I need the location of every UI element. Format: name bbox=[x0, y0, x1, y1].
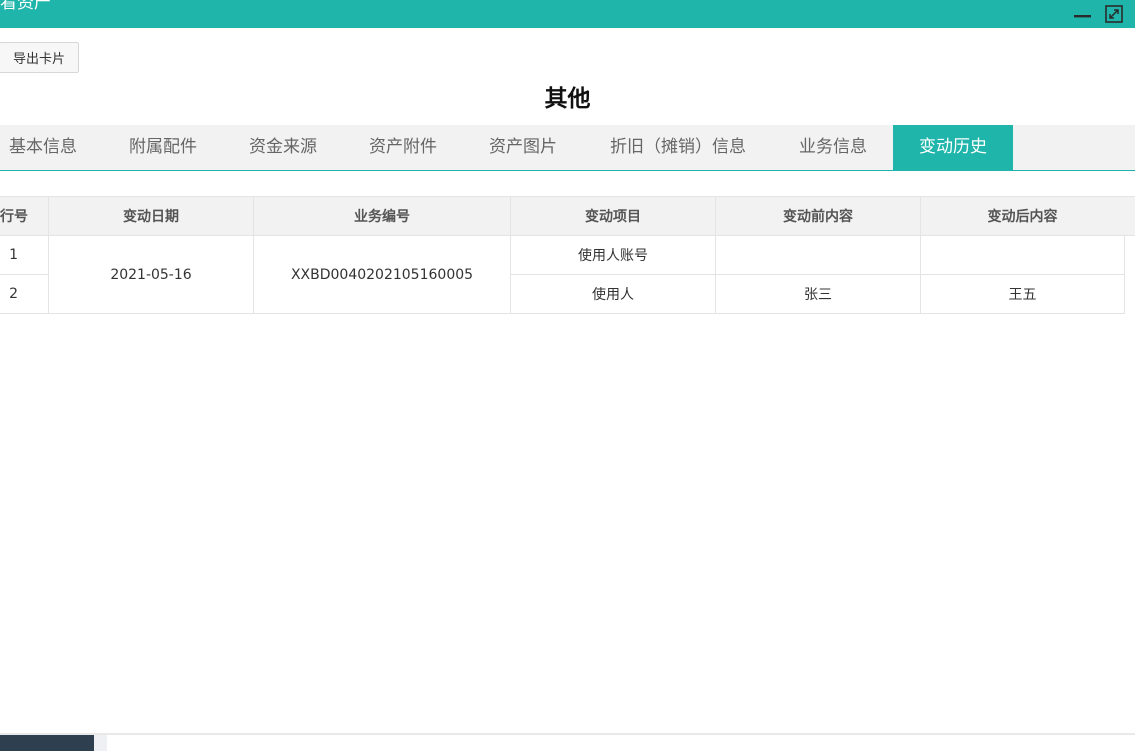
taskbar-divider bbox=[94, 735, 107, 751]
dialog-bottom-edge bbox=[0, 733, 1135, 735]
tab-depreciation-info[interactable]: 折旧（摊销）信息 bbox=[600, 125, 756, 170]
tab-business-info[interactable]: 业务信息 bbox=[790, 125, 876, 170]
tab-bar: 基本信息 附属配件 资金来源 资产附件 资产图片 折旧（摊销）信息 业务信息 变… bbox=[0, 125, 1135, 171]
export-card-button[interactable]: 导出卡片 bbox=[0, 42, 79, 73]
column-header-date[interactable]: 变动日期 bbox=[48, 196, 254, 236]
window-title: 看资产 bbox=[0, 0, 51, 13]
column-header-after[interactable]: 变动后内容 bbox=[920, 196, 1125, 236]
tab-basic-info[interactable]: 基本信息 bbox=[0, 125, 86, 170]
table-header-row: 行号 变动日期 业务编号 变动项目 变动前内容 变动后内容 bbox=[0, 196, 1125, 236]
cell-date: 2021-05-16 bbox=[48, 235, 254, 314]
table-row[interactable]: 1 2021-05-16 XXBD0040202105160005 使用人账号 bbox=[0, 235, 1125, 314]
tab-change-history[interactable]: 变动历史 bbox=[893, 125, 1013, 170]
taskbar-segment bbox=[0, 735, 94, 751]
cell-after bbox=[920, 235, 1125, 275]
tab-asset-images[interactable]: 资产图片 bbox=[480, 125, 566, 170]
cell-item: 使用人账号 bbox=[510, 235, 716, 275]
minimize-icon[interactable] bbox=[1073, 4, 1093, 24]
table-scroll-gutter bbox=[1124, 196, 1135, 236]
cell-row-no: 2 bbox=[0, 274, 49, 314]
column-header-row-no[interactable]: 行号 bbox=[0, 196, 49, 236]
cell-biz-no: XXBD0040202105160005 bbox=[253, 235, 511, 314]
column-header-before[interactable]: 变动前内容 bbox=[715, 196, 921, 236]
column-header-item[interactable]: 变动项目 bbox=[510, 196, 716, 236]
window-titlebar: 看资产 bbox=[0, 0, 1135, 28]
cell-row-no: 1 bbox=[0, 235, 49, 275]
cell-before bbox=[715, 235, 921, 275]
change-history-table: 行号 变动日期 业务编号 变动项目 变动前内容 变动后内容 1 2021-05-… bbox=[0, 196, 1135, 314]
tab-funding-source[interactable]: 资金来源 bbox=[240, 125, 326, 170]
tab-accessories[interactable]: 附属配件 bbox=[120, 125, 206, 170]
maximize-icon[interactable] bbox=[1104, 4, 1124, 24]
tab-asset-attachments[interactable]: 资产附件 bbox=[360, 125, 446, 170]
page-title: 其他 bbox=[544, 86, 591, 112]
cell-before: 张三 bbox=[715, 274, 921, 314]
column-header-biz-no[interactable]: 业务编号 bbox=[253, 196, 511, 236]
cell-item: 使用人 bbox=[510, 274, 716, 314]
cell-after: 王五 bbox=[920, 274, 1125, 314]
